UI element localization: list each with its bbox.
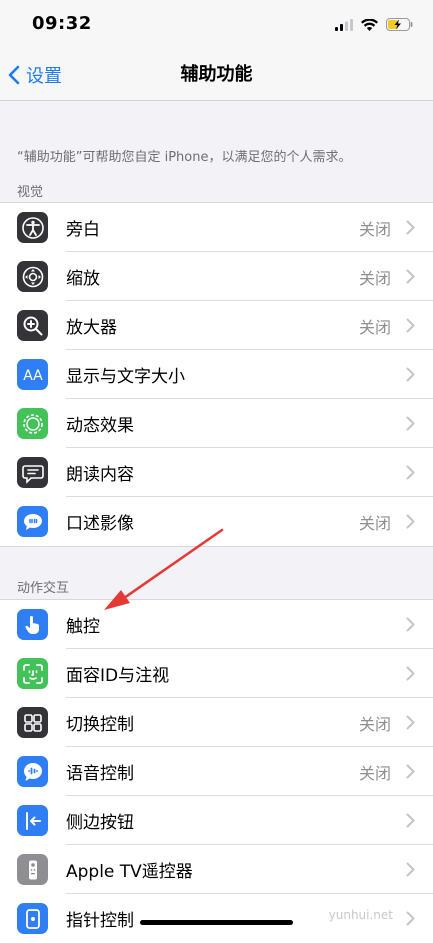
voice-control-icon (17, 756, 48, 787)
text-size-icon: AA (17, 359, 48, 390)
side-button-icon (17, 805, 48, 836)
section-header-physical-motor: 动作交互 (17, 581, 70, 596)
row-motion[interactable]: 动态效果 (0, 399, 433, 448)
chevron-right-icon (406, 416, 415, 431)
chevron-left-icon (8, 65, 20, 85)
row-label: 指针控制 (66, 911, 134, 931)
spoken-content-icon (17, 457, 48, 488)
magnifier-icon (17, 310, 48, 341)
home-indicator[interactable] (140, 920, 293, 925)
touch-icon (17, 609, 48, 640)
cellular-signal-icon (335, 16, 353, 35)
row-apple-tv-remote[interactable]: Apple TV遥控器 (0, 845, 433, 894)
row-voice-control[interactable]: 语音控制 关闭 (0, 747, 433, 796)
status-time: 09:32 (32, 13, 92, 34)
row-label: 切换控制 (66, 715, 134, 735)
row-switch-control[interactable]: 切换控制 关闭 (0, 698, 433, 747)
row-value: 关闭 (358, 317, 391, 337)
chevron-right-icon (406, 715, 415, 730)
chevron-right-icon (406, 666, 415, 681)
row-label: 朗读内容 (66, 465, 134, 485)
back-button-label: 设置 (26, 66, 62, 87)
zoom-icon (17, 261, 48, 292)
audio-description-icon (17, 506, 48, 537)
status-bar: 09:32 (0, 0, 433, 50)
motion-icon (17, 408, 48, 439)
chevron-right-icon (406, 367, 415, 382)
row-value: 关闭 (358, 219, 391, 239)
chevron-right-icon (406, 862, 415, 877)
chevron-right-icon (406, 465, 415, 480)
svg-text:AA: AA (23, 368, 43, 384)
row-touch[interactable]: 触控 (0, 600, 433, 649)
chevron-right-icon (406, 318, 415, 333)
battery-charging-icon (386, 16, 413, 35)
face-id-icon (17, 658, 48, 689)
row-value: 关闭 (358, 268, 391, 288)
navigation-bar: 辅助功能 设置 (0, 50, 433, 101)
chevron-right-icon (406, 813, 415, 828)
pointer-control-icon (17, 903, 48, 934)
row-value: 关闭 (358, 714, 391, 734)
row-value: 关闭 (358, 513, 391, 533)
row-magnifier[interactable]: 放大器 关闭 (0, 301, 433, 350)
row-face-id-attention[interactable]: 面容ID与注视 (0, 649, 433, 698)
chevron-right-icon (406, 911, 415, 926)
row-spoken-content[interactable]: 朗读内容 (0, 448, 433, 497)
row-voiceover[interactable]: 旁白 关闭 (0, 203, 433, 252)
row-value: 关闭 (358, 763, 391, 783)
chevron-right-icon (406, 269, 415, 284)
row-side-button[interactable]: 侧边按钮 (0, 796, 433, 845)
chevron-right-icon (406, 764, 415, 779)
row-label: 面容ID与注视 (66, 666, 170, 686)
chevron-right-icon (406, 220, 415, 235)
row-label: 侧边按钮 (66, 813, 134, 833)
row-label: 放大器 (66, 318, 117, 338)
chevron-right-icon (406, 514, 415, 529)
section-header-vision: 视觉 (17, 185, 44, 200)
row-label: 动态效果 (66, 416, 134, 436)
row-label: 口述影像 (66, 514, 134, 534)
row-label: 语音控制 (66, 764, 134, 784)
vision-settings-group: 旁白 关闭 缩放 关闭 放大器 关闭 AA 显示与文字大小 动态效果 朗读内容 … (0, 202, 433, 547)
row-label: Apple TV遥控器 (66, 862, 193, 882)
description-text: “辅助功能”可帮助您自定 iPhone，以满足您的个人需求。 (17, 150, 352, 165)
wifi-icon (361, 16, 378, 35)
voiceover-icon (17, 212, 48, 243)
watermark-text: yunhui.net (328, 908, 393, 922)
row-audio-description[interactable]: 口述影像 关闭 (0, 497, 433, 546)
row-label: 旁白 (66, 220, 100, 240)
row-label: 缩放 (66, 269, 100, 289)
back-button[interactable]: 设置 (8, 50, 62, 100)
status-icons (335, 16, 413, 34)
chevron-right-icon (406, 617, 415, 632)
switch-control-icon (17, 707, 48, 738)
row-label: 显示与文字大小 (66, 367, 185, 387)
tv-remote-icon (17, 854, 48, 885)
row-zoom[interactable]: 缩放 关闭 (0, 252, 433, 301)
row-display-text-size[interactable]: AA 显示与文字大小 (0, 350, 433, 399)
physical-motor-settings-group: 触控 面容ID与注视 切换控制 关闭 语音控制 关闭 侧边按钮 Apple TV… (0, 599, 433, 944)
row-label: 触控 (66, 617, 100, 637)
page-title: 辅助功能 (180, 64, 253, 85)
